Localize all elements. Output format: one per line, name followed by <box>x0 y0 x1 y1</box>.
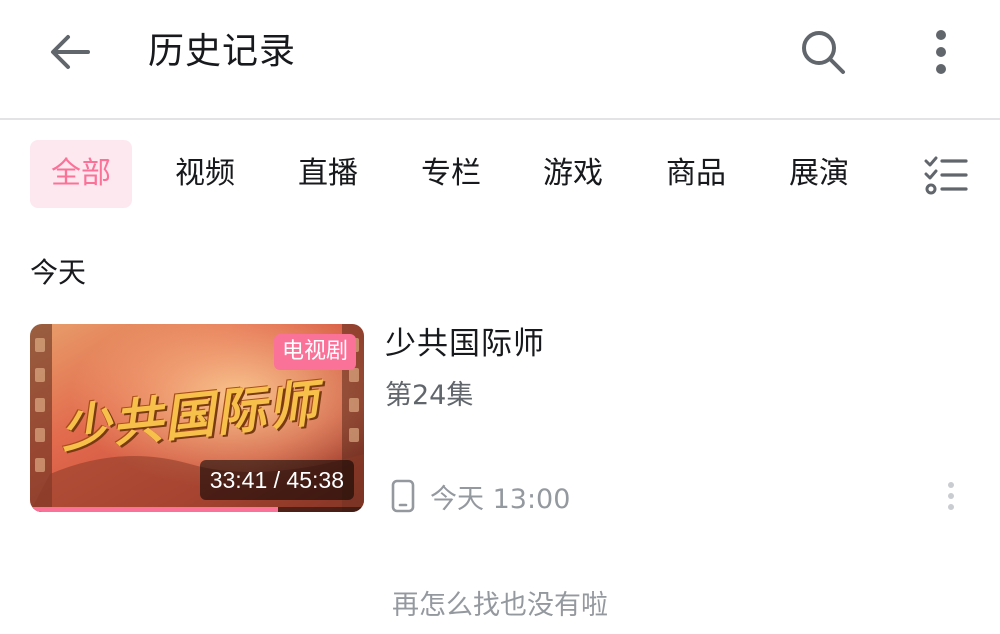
category-tabs: 全部 视频 直播 专栏 游戏 商品 展演 <box>0 140 1000 208</box>
end-of-list-text: 再怎么找也没有啦 <box>392 590 608 621</box>
section-date-label: 今天 <box>30 256 87 289</box>
tab-show[interactable]: 展演 <box>768 140 870 208</box>
tab-game[interactable]: 游戏 <box>522 140 624 208</box>
more-vertical-icon <box>936 30 946 74</box>
top-bar: 历史记录 <box>0 0 1000 120</box>
search-icon <box>802 31 845 74</box>
filter-list-button[interactable] <box>920 150 972 200</box>
search-button[interactable] <box>795 24 851 80</box>
phone-icon <box>390 478 416 514</box>
item-meta: 今天 13:00 <box>390 474 570 518</box>
history-item[interactable]: 少共国际师 电视剧 33:41 / 45:38 少共国际师 第24集 今天 13… <box>0 320 1000 520</box>
category-badge: 电视剧 <box>273 334 356 370</box>
back-button[interactable] <box>40 26 100 78</box>
tab-goods[interactable]: 商品 <box>645 140 747 208</box>
arrow-left-icon <box>51 35 90 69</box>
video-thumbnail[interactable]: 少共国际师 电视剧 33:41 / 45:38 <box>30 324 364 512</box>
item-episode: 第24集 <box>385 380 474 411</box>
tab-column[interactable]: 专栏 <box>400 140 502 208</box>
tab-live[interactable]: 直播 <box>277 140 379 208</box>
tab-all[interactable]: 全部 <box>30 140 132 208</box>
playback-position: 33:41 / 45:38 <box>199 460 354 500</box>
more-vertical-icon <box>948 482 954 510</box>
checklist-icon <box>924 156 968 195</box>
more-options-button[interactable] <box>918 24 964 80</box>
watch-time: 今天 13:00 <box>430 483 571 515</box>
item-more-button[interactable] <box>936 478 966 514</box>
item-title[interactable]: 少共国际师 <box>385 322 545 366</box>
page-title: 历史记录 <box>148 31 297 72</box>
tab-video[interactable]: 视频 <box>154 140 256 208</box>
progress-bar <box>30 507 364 512</box>
progress-bar-fill <box>30 507 278 512</box>
